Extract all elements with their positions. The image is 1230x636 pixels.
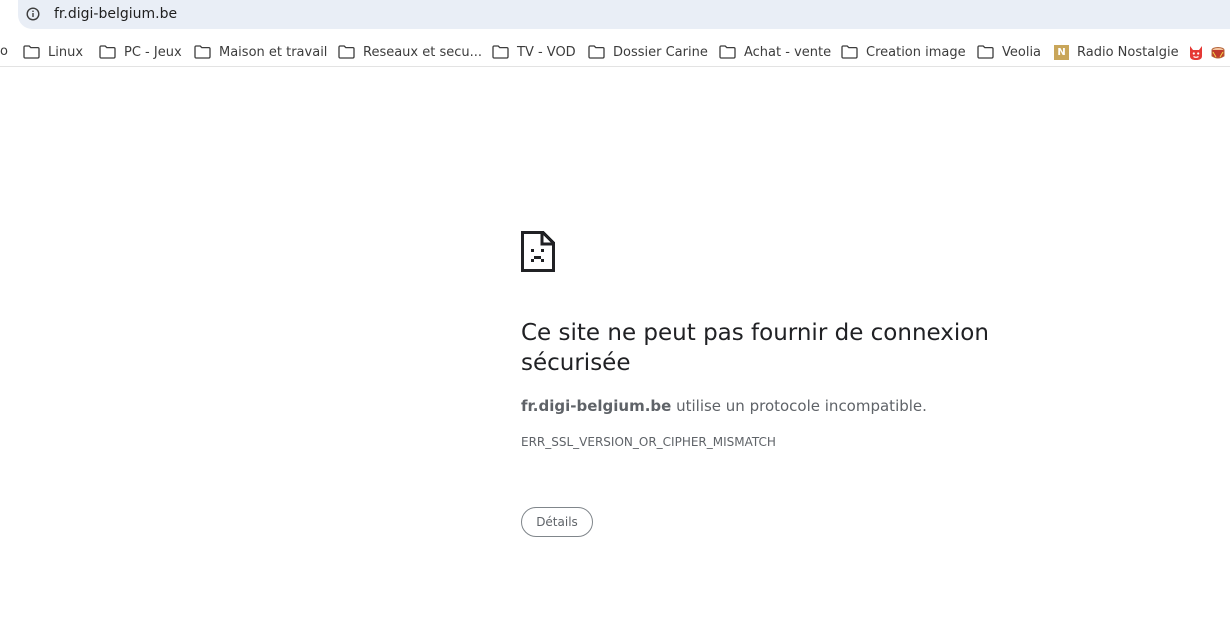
bookmark-partial-label[interactable]: o — [0, 44, 8, 59]
details-button[interactable]: Détails — [521, 507, 593, 537]
bookmark-folder-veolia[interactable]: Veolia — [977, 41, 1041, 63]
folder-icon — [719, 45, 736, 59]
bookmark-label: Maison et travail — [219, 44, 328, 60]
devil-face-icon[interactable] — [1188, 45, 1204, 61]
bookmark-label: Dossier Carine — [613, 44, 708, 60]
bookmark-folder-tv-vod[interactable]: TV - VOD — [492, 41, 576, 63]
nostalgie-favicon-icon: N — [1054, 44, 1069, 60]
site-info-icon[interactable] — [26, 7, 40, 21]
bookmark-label: TV - VOD — [517, 44, 576, 60]
bookmark-radio-nostalgie[interactable]: N Radio Nostalgie — [1054, 41, 1179, 63]
bookmark-folder-pc-jeux[interactable]: PC - Jeux — [99, 41, 182, 63]
drum-icon[interactable] — [1210, 45, 1226, 61]
folder-icon — [23, 45, 40, 59]
bookmark-label: PC - Jeux — [124, 44, 182, 60]
error-host: fr.digi-belgium.be — [521, 397, 672, 415]
error-title: Ce site ne peut pas fournir de connexion… — [521, 320, 989, 376]
folder-icon — [841, 45, 858, 59]
folder-icon — [194, 45, 211, 59]
bookmark-label: Radio Nostalgie — [1077, 44, 1179, 60]
address-bar[interactable]: fr.digi-belgium.be — [18, 0, 1230, 29]
bookmark-label: Creation image — [866, 44, 966, 60]
folder-icon — [338, 45, 355, 59]
bookmark-label: Linux — [48, 44, 84, 60]
url-text[interactable]: fr.digi-belgium.be — [54, 6, 177, 22]
bookmark-folder-reseaux[interactable]: Reseaux et secu... — [338, 41, 482, 63]
bookmark-folder-dossier-carine[interactable]: Dossier Carine — [588, 41, 708, 63]
browser-toolbar: fr.digi-belgium.be — [0, 0, 1230, 30]
error-description: fr.digi-belgium.be utilise un protocole … — [521, 397, 927, 415]
bookmark-folder-linux[interactable]: Linux — [23, 41, 83, 63]
folder-icon — [99, 45, 116, 59]
bookmark-label: Achat - vente — [744, 44, 832, 60]
sad-page-icon — [521, 231, 555, 272]
bookmark-label: Veolia — [1002, 44, 1042, 60]
folder-icon — [492, 45, 509, 59]
error-code: ERR_SSL_VERSION_OR_CIPHER_MISMATCH — [521, 435, 776, 449]
bookmark-folder-creation-image[interactable]: Creation image — [841, 41, 966, 63]
folder-icon — [977, 45, 994, 59]
folder-icon — [588, 45, 605, 59]
error-message: utilise un protocole incompatible. — [671, 397, 927, 415]
bookmarks-bar: o Linux PC - Jeux Maison et travail Rese… — [0, 36, 1230, 67]
bookmark-label: Reseaux et secu... — [363, 44, 483, 60]
bookmark-folder-achat-vente[interactable]: Achat - vente — [719, 41, 831, 63]
bookmark-folder-maison-et-travail[interactable]: Maison et travail — [194, 41, 327, 63]
